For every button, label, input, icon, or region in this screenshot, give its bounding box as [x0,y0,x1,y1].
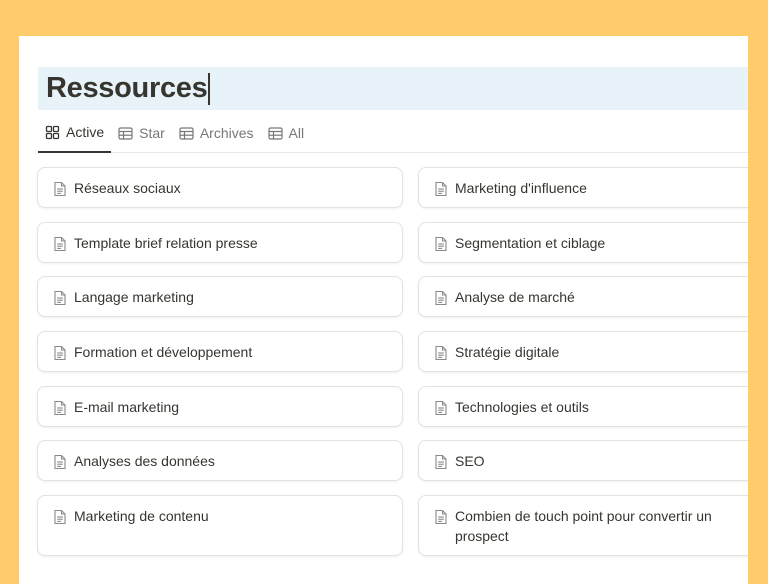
tab-label: All [288,125,305,141]
gallery-card[interactable]: Marketing de contenu [37,495,403,556]
tab-label: Active [66,124,105,140]
card-title: SEO [455,453,485,469]
table-icon [267,126,283,141]
table-icon [179,126,194,141]
gallery-card[interactable]: Template brief relation presse [37,222,403,263]
gallery-card[interactable]: Segmentation et ciblage [418,222,748,263]
page-icon [434,454,448,470]
gallery-card[interactable]: E-mail marketing [37,386,403,427]
card-title: Combien de touch point pour convertir un… [455,508,712,544]
page-icon [434,290,448,306]
view-tabs: Active Star Archives All [38,123,748,153]
gallery-card[interactable]: Analyses des données [37,440,403,481]
page-icon [53,509,67,525]
card-title: Formation et développement [74,344,253,360]
tab-active[interactable]: Active [38,123,112,153]
card-title: Template brief relation presse [74,235,258,251]
card-title: Langage marketing [74,289,194,305]
card-title: Stratégie digitale [455,344,560,360]
page-icon [53,454,67,470]
page-icon [53,345,67,361]
page-icon [53,400,67,416]
gallery-card[interactable]: Réseaux sociaux [37,167,403,208]
gallery-card[interactable]: Combien de touch point pour convertir un… [418,495,748,556]
card-title: E-mail marketing [74,399,180,415]
content-panel: Ressources Active Star Archives All Rése… [19,36,748,584]
page-icon [434,345,448,361]
card-title: Analyse de marché [455,289,575,305]
tab-star[interactable]: Star [111,123,172,153]
card-title: Technologies et outils [455,399,589,415]
tab-label: Archives [199,125,254,141]
table-icon [118,126,133,141]
page-icon [434,509,448,525]
gallery-card[interactable]: Langage marketing [37,276,403,317]
title-block[interactable]: Ressources [38,67,748,110]
gallery-card[interactable]: Stratégie digitale [418,331,748,372]
gallery-card[interactable]: Formation et développement [37,331,403,372]
tab-all[interactable]: All [261,123,312,153]
gallery-icon [45,125,60,140]
gallery-card[interactable]: Analyse de marché [418,276,748,317]
page-icon [53,236,67,252]
tab-label: Star [139,125,165,141]
gallery-card[interactable]: Technologies et outils [418,386,748,427]
gallery-card[interactable]: SEO [418,440,748,481]
card-title: Segmentation et ciblage [455,235,606,251]
gallery-card[interactable]: Marketing d'influence [418,167,748,208]
tab-archives[interactable]: Archives [172,123,261,153]
page-icon [434,236,448,252]
card-title: Marketing d'influence [455,180,587,196]
page-icon [53,290,67,306]
page-title[interactable]: Ressources [46,72,208,105]
card-title: Analyses des données [74,453,215,469]
page-icon [434,181,448,197]
card-title: Réseaux sociaux [74,180,181,196]
page-icon [53,181,67,197]
page-icon [434,400,448,416]
text-caret [208,72,210,105]
card-title: Marketing de contenu [74,508,209,524]
